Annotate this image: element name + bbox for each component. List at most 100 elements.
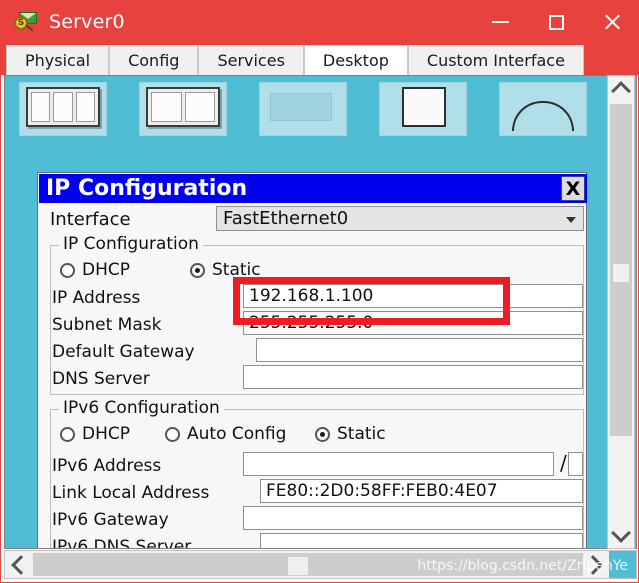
ipv6-group-legend: IPv6 Configuration bbox=[59, 398, 224, 418]
tab-physical[interactable]: Physical bbox=[6, 45, 110, 75]
cloud-icon bbox=[512, 101, 574, 131]
desktop-app-icon-command-prompt[interactable] bbox=[379, 82, 467, 136]
packet-tracer-device-window: S Server0 Physical Config Services Deskt… bbox=[0, 0, 639, 583]
ipv6-dns-server-field[interactable] bbox=[260, 533, 583, 548]
subnet-mask-field[interactable]: 255.255.255.0 bbox=[243, 311, 583, 335]
tab-services[interactable]: Services bbox=[198, 45, 304, 75]
ipv6-dhcp-radio[interactable]: DHCP bbox=[60, 424, 130, 444]
magnifier-handle-icon bbox=[25, 24, 34, 32]
radio-dot-icon bbox=[165, 426, 180, 442]
scrollbar-grip-icon bbox=[613, 264, 629, 282]
chevron-left-icon bbox=[10, 554, 31, 575]
maximize-icon bbox=[548, 14, 564, 30]
tab-config[interactable]: Config bbox=[109, 45, 199, 75]
chevron-up-icon bbox=[611, 81, 631, 101]
subnet-mask-row: Subnet Mask bbox=[52, 313, 161, 337]
ipv6-dhcp-label: DHCP bbox=[82, 424, 130, 444]
tab-bar: Physical Config Services Desktop Custom … bbox=[1, 43, 638, 75]
dns-server-label: DNS Server bbox=[52, 369, 150, 389]
ipv6-address-label: IPv6 Address bbox=[52, 456, 162, 476]
scroll-down-button[interactable] bbox=[608, 522, 634, 548]
ipv6-prefix-separator: / bbox=[560, 451, 567, 475]
ip-address-label: IP Address bbox=[52, 288, 141, 308]
ipv6-prefix-field[interactable] bbox=[568, 452, 583, 476]
ipv6-auto-config-label: Auto Config bbox=[187, 424, 287, 444]
dialog-title-bar: IP Configuration X bbox=[39, 174, 587, 203]
ip-address-field[interactable]: 192.168.1.100 bbox=[243, 284, 583, 308]
ipv6-dns-server-row: IPv6 DNS Server bbox=[52, 535, 192, 549]
link-local-address-field[interactable]: FE80::2D0:58FF:FEB0:4E07 bbox=[260, 479, 583, 503]
ipv6-static-radio[interactable]: Static bbox=[315, 424, 386, 444]
columns-icon bbox=[31, 92, 95, 122]
chevron-right-icon bbox=[582, 554, 603, 575]
desktop-icon-row bbox=[19, 82, 587, 136]
radio-dot-icon bbox=[60, 262, 75, 278]
subnet-mask-label: Subnet Mask bbox=[52, 315, 162, 335]
magnifier-lens-icon: S bbox=[14, 16, 28, 30]
desktop-app-icon-dial-up[interactable] bbox=[139, 82, 227, 136]
interface-selected-value: FastEthernet0 bbox=[223, 208, 349, 229]
desktop-panel: Conector IP Configuration X Interface Fa… bbox=[4, 75, 637, 549]
ipv6-address-field[interactable] bbox=[243, 452, 554, 476]
scroll-up-button[interactable] bbox=[608, 76, 634, 102]
document-icon bbox=[402, 87, 446, 127]
ipv6-address-row: IPv6 Address bbox=[52, 454, 161, 478]
dialog-title: IP Configuration bbox=[46, 176, 248, 201]
ipv4-group-legend: IP Configuration bbox=[59, 234, 203, 254]
dns-server-field[interactable] bbox=[243, 365, 583, 389]
chevron-down-icon bbox=[611, 523, 631, 543]
interface-select[interactable]: FastEthernet0 bbox=[216, 206, 584, 231]
maximize-button[interactable] bbox=[528, 1, 584, 43]
vertical-scrollbar[interactable] bbox=[607, 75, 635, 549]
default-gateway-field[interactable] bbox=[256, 338, 583, 362]
minimize-icon bbox=[491, 21, 509, 23]
faded-window-icon bbox=[270, 93, 332, 121]
close-icon bbox=[603, 13, 621, 31]
scroll-left-button[interactable] bbox=[5, 551, 32, 578]
ipv6-static-label: Static bbox=[337, 424, 386, 444]
scrollbar-corner bbox=[609, 551, 636, 578]
desktop-app-icon-terminal[interactable] bbox=[259, 82, 347, 136]
vertical-scrollbar-thumb[interactable] bbox=[610, 104, 632, 436]
desktop-app-icon-web-browser[interactable] bbox=[499, 82, 587, 136]
window-frame-icon bbox=[26, 87, 100, 127]
ip-configuration-dialog: IP Configuration X Interface FastEtherne… bbox=[37, 172, 587, 549]
ipv6-auto-config-radio[interactable]: Auto Config bbox=[165, 424, 286, 444]
ipv4-dhcp-label: DHCP bbox=[82, 260, 130, 280]
tab-custom-interface[interactable]: Custom Interface bbox=[407, 45, 584, 75]
interface-label: Interface bbox=[50, 208, 131, 230]
ipv6-gateway-label: IPv6 Gateway bbox=[52, 510, 169, 530]
ipv6-gateway-field[interactable] bbox=[243, 506, 583, 530]
window-frame-icon bbox=[146, 87, 220, 127]
server-magnifier-icon: S bbox=[13, 9, 39, 35]
desktop-app-icon-ip-configuration[interactable] bbox=[19, 82, 107, 136]
interface-label-row: Interface bbox=[50, 207, 131, 231]
columns-icon bbox=[151, 92, 215, 122]
ipv6-gateway-row: IPv6 Gateway bbox=[52, 508, 169, 532]
horizontal-scrollbar-thumb[interactable] bbox=[33, 553, 583, 576]
window-controls bbox=[472, 1, 638, 43]
default-gateway-row: Default Gateway bbox=[52, 340, 195, 364]
ipv4-dhcp-radio[interactable]: DHCP bbox=[60, 260, 130, 280]
minimize-button[interactable] bbox=[472, 1, 528, 43]
ip-address-row: IP Address bbox=[52, 286, 140, 310]
dns-server-row: DNS Server bbox=[52, 367, 150, 391]
ipv4-static-radio[interactable]: Static bbox=[190, 260, 261, 280]
link-local-address-label: Link Local Address bbox=[52, 483, 210, 503]
tab-desktop[interactable]: Desktop bbox=[303, 45, 408, 75]
dialog-close-button[interactable]: X bbox=[561, 176, 585, 201]
close-button[interactable] bbox=[584, 1, 638, 43]
window-title-bar: S Server0 bbox=[1, 1, 638, 43]
window-title: Server0 bbox=[49, 11, 125, 33]
radio-dot-icon bbox=[315, 426, 330, 442]
ipv4-static-label: Static bbox=[212, 260, 261, 280]
default-gateway-label: Default Gateway bbox=[52, 342, 195, 362]
link-local-address-row: Link Local Address bbox=[52, 481, 209, 505]
ipv6-dns-server-label: IPv6 DNS Server bbox=[52, 537, 192, 549]
chevron-down-icon bbox=[566, 217, 576, 223]
scroll-right-button[interactable] bbox=[581, 551, 608, 578]
scrollbar-grip-icon bbox=[288, 557, 308, 575]
radio-dot-icon bbox=[190, 262, 205, 278]
radio-dot-icon bbox=[60, 426, 75, 442]
horizontal-scrollbar[interactable] bbox=[4, 550, 637, 579]
